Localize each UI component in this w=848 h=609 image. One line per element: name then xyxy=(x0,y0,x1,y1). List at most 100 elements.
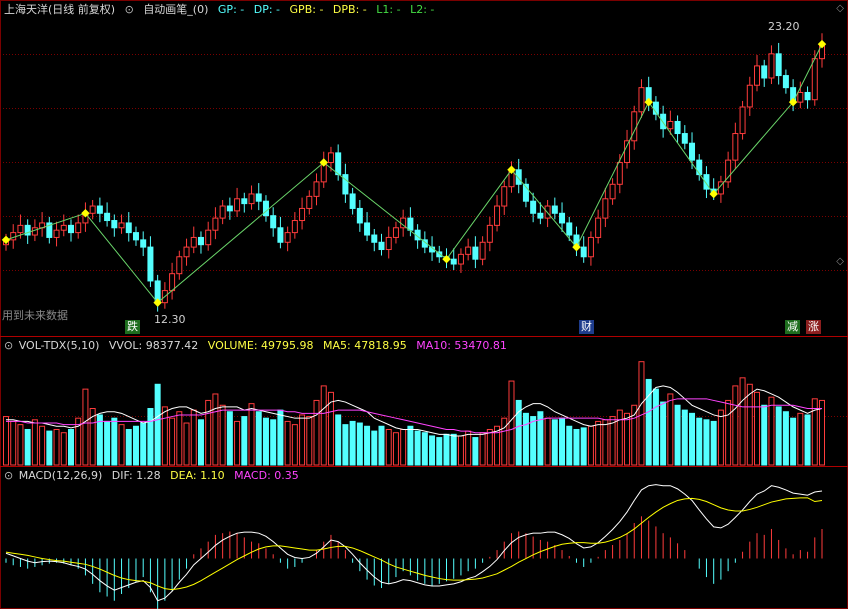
volume-bar xyxy=(67,428,74,466)
volume-bar xyxy=(667,393,674,466)
volume-indicator-name[interactable]: VOL-TDX(5,10) xyxy=(19,339,100,352)
marker-jian[interactable]: 减 xyxy=(785,320,800,334)
candle-body xyxy=(775,53,782,77)
candle-body xyxy=(118,222,125,229)
candle-body xyxy=(479,241,486,260)
candle-body xyxy=(667,120,674,130)
low-price-label: 12.30 xyxy=(154,313,186,326)
candle-body xyxy=(609,183,616,200)
candle-body xyxy=(378,241,385,251)
volume-bar xyxy=(248,403,255,466)
volume-bar xyxy=(320,385,327,466)
volume-bar xyxy=(559,417,566,466)
macd-indicator-name[interactable]: MACD(12,26,9) xyxy=(19,469,103,482)
volume-bar xyxy=(400,428,407,466)
dp-value: DP: - xyxy=(253,3,281,16)
volume-bar xyxy=(53,428,60,466)
candle-body xyxy=(299,207,306,222)
candle-body xyxy=(248,193,255,205)
candle-body xyxy=(472,246,479,260)
volume-bar xyxy=(31,419,38,466)
volume-bar xyxy=(421,432,428,466)
stock-title[interactable]: 上海天洋(日线 前复权) xyxy=(4,3,115,16)
volume-bar xyxy=(385,428,392,466)
candle-body xyxy=(739,106,746,135)
macd-dropdown-icon[interactable]: ⊙ xyxy=(4,469,13,482)
candle-body xyxy=(169,273,176,292)
volume-bar xyxy=(125,428,132,466)
volume-bar xyxy=(10,420,17,466)
volume-bar xyxy=(530,416,537,466)
candle-body xyxy=(530,200,537,214)
candle-body xyxy=(537,212,544,219)
candle-body xyxy=(190,236,197,248)
dif-value: DIF: 1.28 xyxy=(111,469,161,482)
candle-body xyxy=(67,224,74,234)
candle-body xyxy=(580,246,587,258)
candle-body xyxy=(494,205,501,226)
volume-bar xyxy=(436,437,443,466)
volume-bar xyxy=(717,409,724,466)
volume-bar xyxy=(60,432,67,466)
candle-body xyxy=(234,198,241,212)
volume-dropdown-icon[interactable]: ⊙ xyxy=(4,339,13,352)
volume-bar xyxy=(197,419,204,466)
marker-zhang[interactable]: 涨 xyxy=(806,320,821,334)
candle-body xyxy=(804,91,811,101)
candle-body xyxy=(689,142,696,161)
volume-bar xyxy=(291,424,298,466)
future-data-note: 用到未来数据 xyxy=(2,309,68,322)
candle-body xyxy=(132,232,139,241)
marker-cai[interactable]: 财 xyxy=(579,320,594,334)
candle-body xyxy=(674,120,681,135)
volume-bar xyxy=(132,425,139,466)
volume-bar xyxy=(161,406,168,466)
candle-body xyxy=(624,140,631,164)
collapse-diamond-icon[interactable]: ◇ xyxy=(836,3,844,14)
candle-body xyxy=(313,181,320,197)
candle-body xyxy=(356,207,363,224)
volume-bar xyxy=(710,420,717,466)
macd-value: MACD: 0.35 xyxy=(234,469,299,482)
volume-bar xyxy=(147,408,154,466)
volume-bar xyxy=(140,422,147,466)
marker-die[interactable]: 跌 xyxy=(125,320,140,334)
high-price-label: 23.20 xyxy=(768,20,800,33)
ma10-value: MA10: 53470.81 xyxy=(416,339,507,352)
volume-bar xyxy=(190,409,197,466)
volume-bar xyxy=(335,414,342,466)
volume-bar xyxy=(183,422,190,466)
candle-body xyxy=(811,58,818,101)
candle-body xyxy=(754,65,761,86)
volume-bar xyxy=(595,420,602,466)
volume-bar xyxy=(154,383,161,466)
volume-bar xyxy=(819,399,825,466)
volume-bar xyxy=(407,425,414,466)
volume-bar xyxy=(768,396,775,466)
candle-body xyxy=(104,212,111,222)
volume-bar xyxy=(775,406,782,466)
candle-body xyxy=(457,253,464,265)
collapse-diamond-icon-2[interactable]: ◇ xyxy=(836,256,844,267)
kline-chart[interactable] xyxy=(0,0,848,609)
volume-bar xyxy=(429,435,436,466)
indicator-name[interactable]: 自动画笔_(0) xyxy=(143,3,208,16)
volume-bar xyxy=(96,414,103,466)
volume-bar xyxy=(205,399,212,466)
candle-body xyxy=(262,200,269,217)
indicator-dropdown-icon[interactable]: ⊙ xyxy=(125,3,134,16)
candle-body xyxy=(183,246,190,258)
candle-body xyxy=(349,193,356,209)
candle-body xyxy=(732,133,739,161)
volume-bar xyxy=(551,419,558,466)
volume-bar xyxy=(746,383,753,466)
volume-bar xyxy=(17,424,24,466)
candle-body xyxy=(768,53,775,79)
volume-bar xyxy=(104,420,111,466)
candle-body xyxy=(407,217,414,231)
volume-bar xyxy=(465,430,472,466)
volume-bar xyxy=(169,417,176,466)
candle-body xyxy=(219,205,226,219)
candle-body xyxy=(371,234,378,243)
candle-body xyxy=(587,236,594,258)
